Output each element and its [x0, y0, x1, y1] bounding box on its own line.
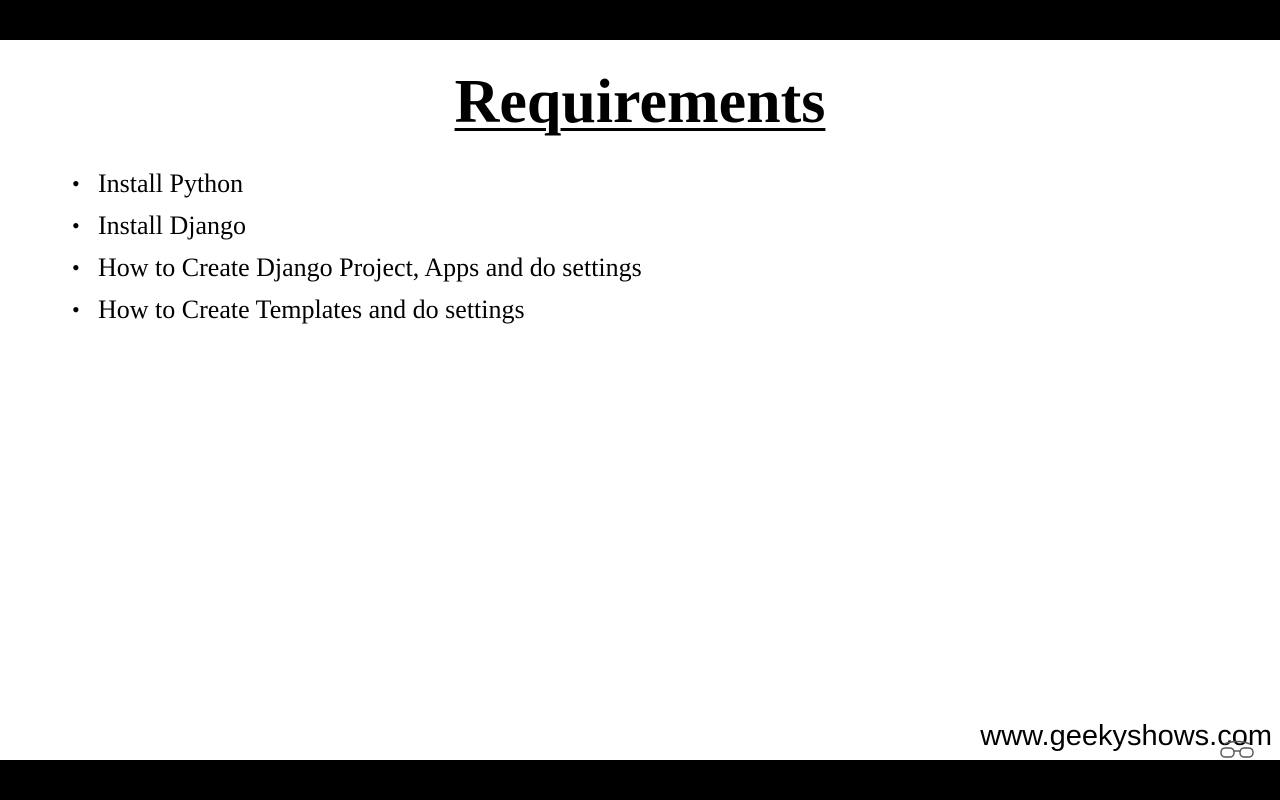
bullet-icon: • [72, 171, 80, 196]
slide-title-text: Requirements [454, 68, 826, 136]
bullet-text-create-templates: How to Create Templates and do settings [98, 295, 525, 324]
bullet-text-install-python: Install Python [98, 169, 244, 198]
bullet-text-install-django: Install Django [98, 211, 247, 240]
letterbox-top [0, 0, 1280, 40]
bullet-icon: • [72, 255, 80, 280]
slide-title: Requirements [0, 66, 1280, 138]
letterbox-bottom [0, 760, 1280, 800]
bullet-icon: • [72, 297, 80, 322]
bullet-text-create-project: How to Create Django Project, Apps and d… [98, 253, 642, 282]
glasses-logo-icon [1220, 740, 1254, 758]
presentation-slide: Requirements • Install Python • Install … [0, 40, 1280, 760]
bullet-icon: • [72, 213, 80, 238]
